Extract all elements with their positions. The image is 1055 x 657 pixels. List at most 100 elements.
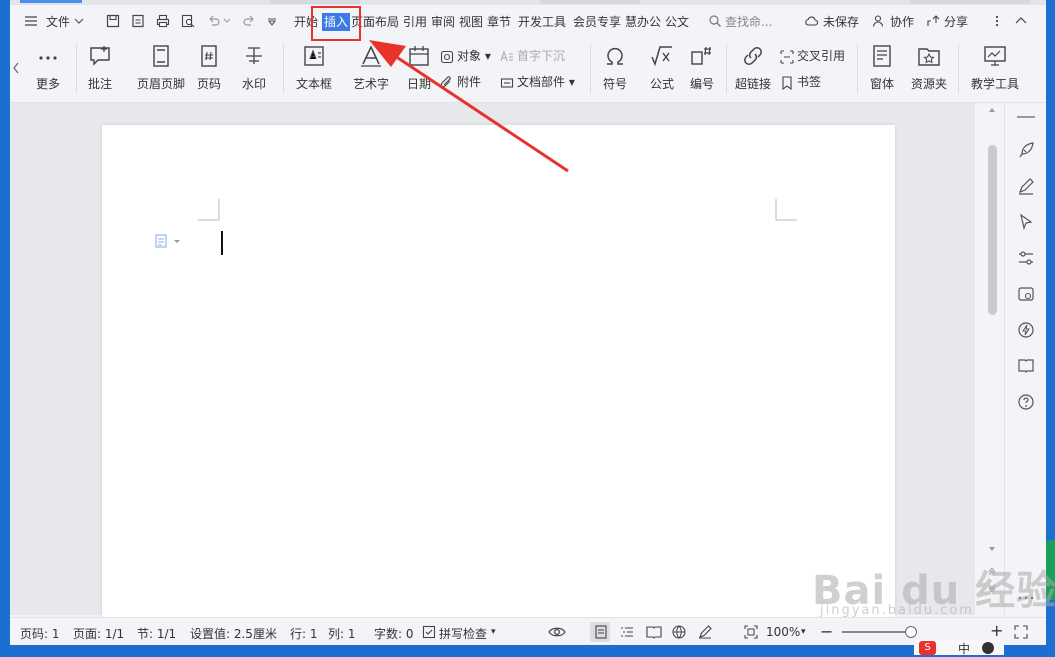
- bookmark-icon: [782, 75, 792, 90]
- drop-cap-button[interactable]: 首字下沉: [500, 46, 565, 66]
- zoom-slider-track[interactable]: [842, 631, 912, 633]
- spellcheck-button[interactable]: 拼写检查: [439, 625, 487, 642]
- tab-member[interactable]: 会员专享: [573, 13, 621, 31]
- status-column[interactable]: 列: 1: [328, 625, 356, 642]
- moon-icon[interactable]: [982, 642, 994, 654]
- customize-quick-access-icon[interactable]: [267, 17, 277, 27]
- scroll-left-icon[interactable]: [12, 62, 20, 74]
- tab-official-doc[interactable]: 公文: [665, 13, 689, 31]
- status-word-count[interactable]: 字数: 0: [374, 625, 414, 642]
- write-mode-icon[interactable]: [698, 625, 712, 639]
- document-page[interactable]: [102, 125, 895, 625]
- chevron-down-icon[interactable]: [74, 16, 84, 26]
- inactive-tab[interactable]: [910, 0, 1030, 4]
- top-left-margin-mark: [198, 199, 220, 221]
- print-icon[interactable]: [156, 14, 170, 28]
- textbox-icon: [304, 46, 324, 66]
- outline-view-icon[interactable]: [620, 625, 634, 639]
- tab-view[interactable]: 视图: [459, 13, 483, 31]
- zoom-level-dropdown[interactable]: 100%: [766, 625, 800, 639]
- status-page-number[interactable]: 页码: 1: [20, 625, 60, 642]
- vertical-scrollbar[interactable]: [985, 108, 999, 610]
- status-pages[interactable]: 页面: 1/1: [73, 625, 124, 642]
- symbol-button[interactable]: 符号: [596, 38, 634, 98]
- help-icon[interactable]: [1017, 393, 1035, 411]
- status-position[interactable]: 设置值: 2.5厘米: [190, 625, 277, 642]
- header-footer-button[interactable]: 页眉页脚: [130, 38, 192, 98]
- object-button[interactable]: 对象 ▾: [440, 46, 491, 66]
- spellcheck-dropdown[interactable]: ▾: [491, 627, 496, 637]
- book-icon[interactable]: [1017, 357, 1035, 375]
- eye-icon[interactable]: [548, 624, 566, 640]
- hyperlink-button[interactable]: 超链接: [732, 38, 774, 98]
- file-menu[interactable]: 文件: [46, 13, 70, 31]
- active-tab-indicator[interactable]: [20, 0, 82, 3]
- image-tool-icon[interactable]: [1017, 285, 1035, 303]
- fullscreen-icon[interactable]: [1014, 625, 1028, 639]
- watermark-button[interactable]: 水印: [235, 38, 273, 98]
- scroll-up-icon[interactable]: [988, 106, 996, 114]
- print-preview-icon[interactable]: [181, 14, 195, 28]
- chevron-down-icon[interactable]: [223, 17, 231, 25]
- scrollbar-thumb[interactable]: [988, 145, 997, 315]
- zoom-slider-handle[interactable]: [905, 626, 917, 638]
- ime-toolbar[interactable]: S 中: [914, 639, 1004, 657]
- status-section[interactable]: 节: 1/1: [137, 625, 176, 642]
- ime-language[interactable]: 中: [958, 640, 970, 657]
- resources-button[interactable]: 资源夹: [908, 38, 950, 98]
- formula-button[interactable]: 公式: [642, 38, 682, 98]
- web-view-icon[interactable]: [672, 625, 686, 639]
- cursor-icon[interactable]: [1017, 213, 1035, 231]
- export-pdf-icon[interactable]: [131, 14, 145, 28]
- collaborate-button[interactable]: 协作: [890, 13, 914, 31]
- search-command-input[interactable]: 查找命...: [725, 13, 772, 31]
- teaching-tools-button[interactable]: 教学工具: [965, 38, 1025, 98]
- tab-review[interactable]: 审阅: [431, 13, 455, 31]
- attachment-button[interactable]: 附件: [440, 72, 481, 92]
- wordart-button[interactable]: 艺术字: [347, 38, 395, 98]
- page-number-button[interactable]: 页码: [190, 38, 228, 98]
- more-options-icon[interactable]: [990, 14, 1004, 28]
- sogou-logo-icon[interactable]: S: [919, 641, 936, 655]
- rocket-icon[interactable]: [1017, 141, 1035, 159]
- zoom-dropdown-arrow[interactable]: ▾: [801, 627, 806, 637]
- date-button[interactable]: 日期: [404, 38, 434, 98]
- zoom-in-button[interactable]: +: [990, 621, 1003, 640]
- sliders-icon[interactable]: [1017, 249, 1035, 267]
- watermark-url: jingyan.baidu.com: [820, 603, 974, 618]
- collapse-ribbon-icon[interactable]: [1014, 14, 1028, 28]
- more-button[interactable]: 更多: [26, 38, 70, 98]
- textbox-button[interactable]: 文本框: [290, 38, 338, 98]
- reading-view-icon[interactable]: [646, 625, 662, 639]
- fit-page-icon[interactable]: [744, 625, 758, 639]
- cross-ref-button[interactable]: 交叉引用: [780, 46, 845, 66]
- scroll-down-icon[interactable]: [988, 545, 996, 553]
- paragraph-menu-icon[interactable]: [154, 233, 184, 249]
- numbering-button[interactable]: 编号: [687, 38, 717, 98]
- tab-developer[interactable]: 开发工具: [518, 13, 566, 31]
- comment-button[interactable]: 批注: [80, 38, 120, 98]
- bookmark-button[interactable]: 书签: [780, 72, 821, 92]
- doc-parts-label: 文档部件: [517, 75, 566, 89]
- redo-icon[interactable]: [242, 14, 256, 28]
- save-icon[interactable]: [106, 14, 120, 28]
- header-footer-label: 页眉页脚: [136, 77, 185, 91]
- inactive-tab[interactable]: [270, 0, 360, 4]
- form-button[interactable]: 窗体: [862, 38, 902, 98]
- checkbox-icon[interactable]: [422, 625, 436, 639]
- tab-references[interactable]: 引用: [403, 13, 427, 31]
- page-view-icon[interactable]: [594, 625, 608, 639]
- zoom-out-button[interactable]: −: [820, 622, 833, 641]
- tab-smart-office[interactable]: 慧办公: [625, 13, 661, 31]
- status-row[interactable]: 行: 1: [290, 625, 318, 642]
- undo-icon[interactable]: [207, 14, 221, 28]
- form-label: 窗体: [869, 77, 894, 91]
- tab-chapter[interactable]: 章节: [487, 13, 511, 31]
- doc-parts-button[interactable]: 文档部件 ▾: [500, 72, 575, 92]
- inactive-tab[interactable]: [540, 0, 640, 4]
- share-button[interactable]: 分享: [944, 13, 968, 31]
- lightning-icon[interactable]: [1017, 321, 1035, 339]
- hamburger-icon[interactable]: [24, 14, 38, 28]
- unsaved-status-button[interactable]: 未保存: [823, 13, 859, 31]
- pen-icon[interactable]: [1017, 177, 1035, 195]
